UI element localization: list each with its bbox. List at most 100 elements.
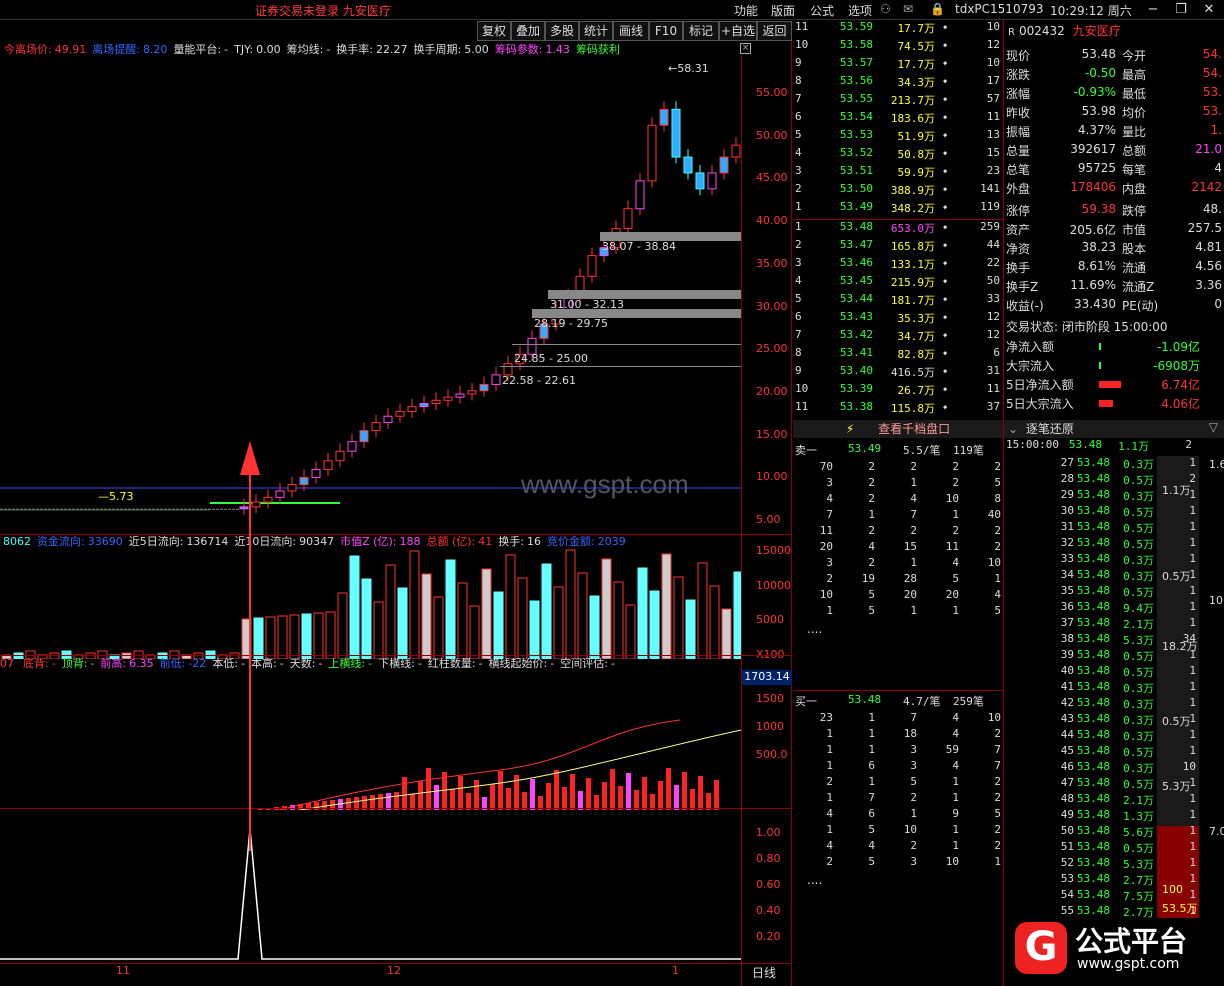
- sell-level-row[interactable]: 3 53.51 59.9万 ◆ 23: [793, 164, 1003, 182]
- user-icon[interactable]: ⚇: [880, 2, 891, 16]
- buy-level-row[interactable]: 7 53.42 34.7万 ◆ 12: [793, 328, 1003, 346]
- restore-rights-button[interactable]: 复权: [477, 21, 511, 41]
- maximize-icon[interactable]: ❐: [1168, 0, 1194, 20]
- close-indicator-icon[interactable]: ×: [740, 43, 751, 54]
- buy-level-row[interactable]: 9 53.40 416.5万 ◆ 31: [793, 364, 1003, 382]
- candle: [407, 398, 417, 418]
- axis-tick-label: 10000: [756, 578, 791, 592]
- sell-level-row[interactable]: 8 53.56 34.3万 ◆ 17: [793, 74, 1003, 92]
- multi-stock-button[interactable]: 多股: [545, 21, 579, 41]
- sell-level-row[interactable]: 7 53.55 213.7万 ◆ 57: [793, 92, 1003, 110]
- period-label[interactable]: 日线: [752, 964, 776, 981]
- stats-button[interactable]: 统计: [579, 21, 613, 41]
- volume-bar: [565, 549, 576, 659]
- indicator-bar: [618, 786, 623, 810]
- menu-layout[interactable]: 版面: [771, 2, 795, 19]
- diamond-icon: ◆: [943, 203, 948, 211]
- diamond-icon: ◆: [943, 367, 948, 375]
- volume-chart[interactable]: [0, 549, 741, 659]
- flow-row: 5日大宗流入 4.06亿: [1006, 397, 1200, 411]
- indicator-bar: [562, 787, 567, 810]
- diamond-icon: ◆: [943, 223, 948, 231]
- diamond-icon: ◆: [943, 403, 948, 411]
- buy-level-row[interactable]: 8 53.41 82.8万 ◆ 6: [793, 346, 1003, 364]
- buy-level-row[interactable]: 6 53.43 35.3万 ◆ 12: [793, 310, 1003, 328]
- sell-level-row[interactable]: 9 53.57 17.7万 ◆ 10: [793, 56, 1003, 74]
- buy-level-row[interactable]: 11 53.38 115.8万 ◆ 37: [793, 400, 1003, 418]
- filter-icon[interactable]: ▽: [1209, 420, 1218, 434]
- menu-options[interactable]: 选项: [848, 2, 872, 19]
- sell-level-row[interactable]: 2 53.50 388.9万 ◆ 141: [793, 182, 1003, 200]
- quote-panel: R 002432 九安医疗 现价 53.48 今开 54. 涨跌 -0.50 最高 54. 涨幅 -0.…: [1003, 20, 1224, 420]
- lock-icon[interactable]: 🔒: [930, 2, 945, 16]
- quote-row: 换手 8.61% 流通 4.56: [1006, 259, 1222, 275]
- tick-side-label: 10.2: [1209, 594, 1224, 607]
- indicator-item: 总额 (亿): 41: [426, 535, 493, 548]
- tick-side-label: 1.1万: [1162, 484, 1191, 497]
- buy-level-row[interactable]: 4 53.45 215.9万 ◆ 50: [793, 274, 1003, 292]
- draw-line-button[interactable]: 画线: [613, 21, 649, 41]
- indicator-bar: [642, 777, 647, 810]
- buy-level-row[interactable]: 1 53.48 653.0万 ◆ 259: [793, 220, 1003, 238]
- menu-formula[interactable]: 公式: [810, 2, 834, 19]
- minimize-icon[interactable]: −: [1140, 0, 1166, 20]
- indicator-bar: [634, 790, 639, 810]
- axis-tick-label: 30.00: [756, 299, 788, 313]
- diamond-icon: ◆: [943, 167, 948, 175]
- volume-bar: [409, 550, 420, 659]
- buy-level-row[interactable]: 5 53.44 181.7万 ◆ 33: [793, 292, 1003, 310]
- axis-tick-label: 15.00: [756, 427, 788, 441]
- mail-icon[interactable]: ✉: [903, 2, 913, 16]
- mark-button[interactable]: 标记: [683, 21, 719, 41]
- menu-function[interactable]: 功能: [734, 2, 758, 19]
- volume-bar: [337, 592, 348, 659]
- indicator-item: 资金流向: 33690: [37, 535, 123, 548]
- chevron-down-icon[interactable]: ⌄: [1008, 422, 1018, 436]
- sell-level-row[interactable]: 4 53.52 50.8万 ◆ 15: [793, 146, 1003, 164]
- range-label: 22.58 - 22.61: [502, 374, 576, 387]
- quote-row: 涨停 59.38 跌停 48.: [1006, 202, 1222, 218]
- buy-level-row[interactable]: 3 53.46 133.1万 ◆ 22: [793, 256, 1003, 274]
- indicator-item: 天数: -: [289, 657, 323, 670]
- high-label: ←58.31: [668, 62, 709, 75]
- sell-level-row[interactable]: 6 53.54 183.6万 ◆ 11: [793, 110, 1003, 128]
- volume-bar: [469, 605, 480, 659]
- stock-name: 九安医疗: [1072, 24, 1121, 38]
- back-button[interactable]: 返回: [757, 21, 792, 41]
- volume-bar: [541, 563, 552, 659]
- indicator-4-chart[interactable]: [0, 809, 741, 964]
- overlay-button[interactable]: 叠加: [511, 21, 545, 41]
- sell-level-row[interactable]: 11 53.59 17.7万 ◆ 10: [793, 20, 1003, 38]
- quote-row: 外盘 178406 内盘 2142: [1006, 180, 1222, 196]
- thousand-level-header[interactable]: ⚡ 查看千档盘口: [793, 420, 1003, 438]
- more-indicator: ....: [807, 873, 823, 887]
- diamond-icon: ◆: [943, 259, 948, 267]
- candle: [443, 389, 453, 407]
- add-watchlist-button[interactable]: +自选: [719, 21, 757, 41]
- sell-level-row[interactable]: 1 53.49 348.2万 ◆ 119: [793, 200, 1003, 218]
- axis-divider: [741, 55, 742, 986]
- title-bar: 证券交易未登录 九安医疗 功能 版面 公式 选项 ⚇ ✉ 🔒 tdxPC1510…: [0, 0, 1224, 20]
- stock-code: 002432: [1018, 24, 1065, 38]
- buy-level-row[interactable]: 2 53.47 165.8万 ◆ 44: [793, 238, 1003, 256]
- indicator-item: 顶背: -: [61, 657, 95, 670]
- indicator-item: 横线起始价: -: [488, 657, 555, 670]
- buy-level-row[interactable]: 10 53.39 26.7万 ◆ 11: [793, 382, 1003, 400]
- close-icon[interactable]: ✕: [1196, 0, 1222, 20]
- indicator-bar: [602, 782, 607, 810]
- candle: [671, 101, 681, 164]
- f10-button[interactable]: F10: [649, 21, 683, 41]
- sell-level-row[interactable]: 10 53.58 74.5万 ◆ 12: [793, 38, 1003, 56]
- diamond-icon: ◆: [943, 59, 948, 67]
- sell-level-row[interactable]: 5 53.53 51.9万 ◆ 13: [793, 128, 1003, 146]
- indicator-3-chart[interactable]: [0, 670, 741, 810]
- indicator-bar: [498, 771, 503, 810]
- volume-bar: [433, 596, 444, 659]
- indicator-bar: [434, 785, 439, 810]
- volume-bar: [373, 601, 384, 659]
- tick-header[interactable]: ⌄ 逐笔还原 ▽: [1003, 420, 1224, 438]
- axis-tick-label: 0.20: [756, 930, 781, 943]
- diamond-icon: ◆: [943, 185, 948, 193]
- indicator-bar: [610, 769, 615, 810]
- chart-area[interactable]: 今离场价: 49.91 离场提醒: 8.20 量能平台: - TJY: 0.00 筹均线: - 换手…: [0, 41, 792, 986]
